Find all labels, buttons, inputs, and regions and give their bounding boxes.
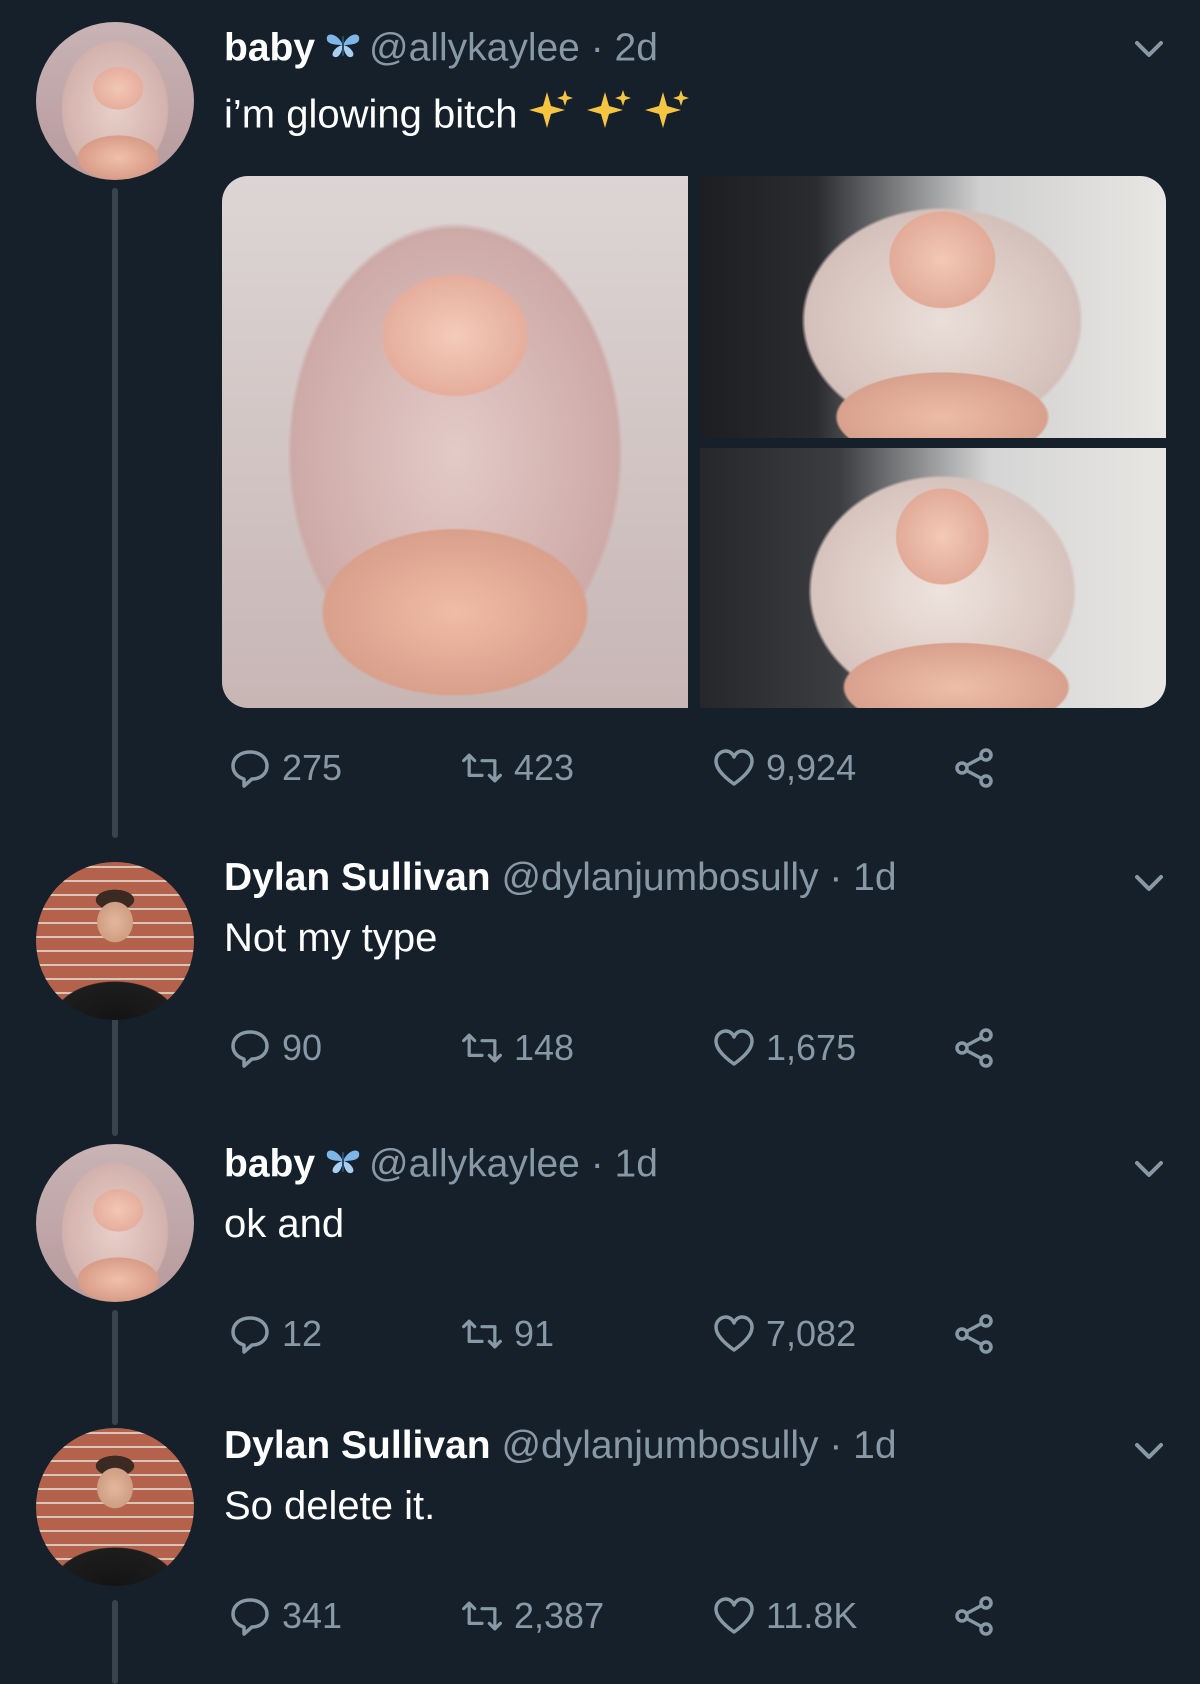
tweet-text: So delete it. [224, 1484, 436, 1528]
thread-line-4 [112, 1600, 118, 1684]
like-button[interactable]: 7,082 [712, 1310, 856, 1358]
retweet-count: 148 [514, 1027, 575, 1068]
reply-count: 341 [282, 1595, 343, 1636]
like-count: 1,675 [766, 1027, 857, 1068]
thread-line-1 [112, 188, 118, 838]
display-name[interactable]: baby [224, 26, 315, 69]
reply-icon [228, 1312, 272, 1356]
handle-and-time[interactable]: @allykaylee · 2d [369, 26, 658, 69]
like-button[interactable]: 9,924 [712, 744, 856, 792]
media-photo-3[interactable] [700, 448, 1166, 708]
reply-button[interactable]: 275 [228, 744, 342, 792]
avatar[interactable] [36, 22, 194, 180]
retweet-count: 423 [514, 747, 575, 788]
media-photo-1[interactable] [222, 176, 688, 708]
handle-and-time[interactable]: @allykaylee · 1d [369, 1142, 658, 1185]
tweet-header: Dylan Sullivan @dylanjumbosully · 1d [224, 1424, 897, 1468]
share-button[interactable] [952, 1310, 996, 1358]
like-icon [712, 1026, 756, 1070]
retweet-icon [460, 1594, 504, 1638]
like-button[interactable]: 11.8K [712, 1592, 857, 1640]
tweet-header: baby @allykaylee · 1d [224, 1142, 658, 1190]
avatar[interactable] [36, 1144, 194, 1302]
share-icon [952, 746, 996, 790]
reply-button[interactable]: 90 [228, 1024, 322, 1072]
tweet-text-content: i’m glowing bitch [224, 92, 518, 137]
butterfly-icon [323, 26, 363, 70]
like-icon [712, 1312, 756, 1356]
like-button[interactable]: 1,675 [712, 1024, 856, 1072]
share-button[interactable] [952, 1024, 996, 1072]
share-button[interactable] [952, 744, 996, 792]
share-icon [952, 1312, 996, 1356]
like-icon [712, 1594, 756, 1638]
display-name[interactable]: Dylan Sullivan [224, 1424, 491, 1467]
reply-icon [228, 1026, 272, 1070]
retweet-icon [460, 1026, 504, 1070]
retweet-count: 91 [514, 1313, 555, 1354]
reply-icon [228, 1594, 272, 1638]
avatar[interactable] [36, 1428, 194, 1586]
reply-count: 12 [282, 1313, 323, 1354]
tweet-text: ok and [224, 1202, 345, 1246]
butterfly-icon [323, 1142, 363, 1186]
thread-line-2 [112, 1018, 118, 1136]
retweet-button[interactable]: 148 [460, 1024, 574, 1072]
media-grid[interactable] [222, 176, 1166, 708]
retweet-button[interactable]: 2,387 [460, 1592, 604, 1640]
retweet-icon [460, 746, 504, 790]
sparkles-icon [525, 86, 695, 142]
reply-button[interactable]: 341 [228, 1592, 342, 1640]
tweet-text: i’m glowing bitch [224, 86, 695, 148]
share-icon [952, 1594, 996, 1638]
retweet-icon [460, 1312, 504, 1356]
media-photo-2[interactable] [700, 176, 1166, 438]
handle-and-time[interactable]: @dylanjumbosully · 1d [501, 1424, 896, 1467]
share-button[interactable] [952, 1592, 996, 1640]
reply-count: 275 [282, 747, 343, 788]
tweet-header: baby @allykaylee · 2d [224, 26, 658, 74]
reply-icon [228, 746, 272, 790]
chevron-down-icon[interactable] [1132, 38, 1166, 60]
retweet-button[interactable]: 423 [460, 744, 574, 792]
chevron-down-icon[interactable] [1132, 1158, 1166, 1180]
chevron-down-icon[interactable] [1132, 1440, 1166, 1462]
reply-count: 90 [282, 1027, 323, 1068]
retweet-count: 2,387 [514, 1595, 605, 1636]
display-name[interactable]: Dylan Sullivan [224, 856, 491, 899]
display-name[interactable]: baby [224, 1142, 315, 1185]
tweet-text: Not my type [224, 916, 438, 960]
like-count: 11.8K [766, 1595, 858, 1636]
chevron-down-icon[interactable] [1132, 872, 1166, 894]
like-count: 7,082 [766, 1313, 857, 1354]
tweet-header: Dylan Sullivan @dylanjumbosully · 1d [224, 856, 897, 900]
like-icon [712, 746, 756, 790]
handle-and-time[interactable]: @dylanjumbosully · 1d [501, 856, 896, 899]
reply-button[interactable]: 12 [228, 1310, 322, 1358]
avatar[interactable] [36, 862, 194, 1020]
like-count: 9,924 [766, 747, 857, 788]
retweet-button[interactable]: 91 [460, 1310, 554, 1358]
share-icon [952, 1026, 996, 1070]
thread-line-3 [112, 1310, 118, 1425]
